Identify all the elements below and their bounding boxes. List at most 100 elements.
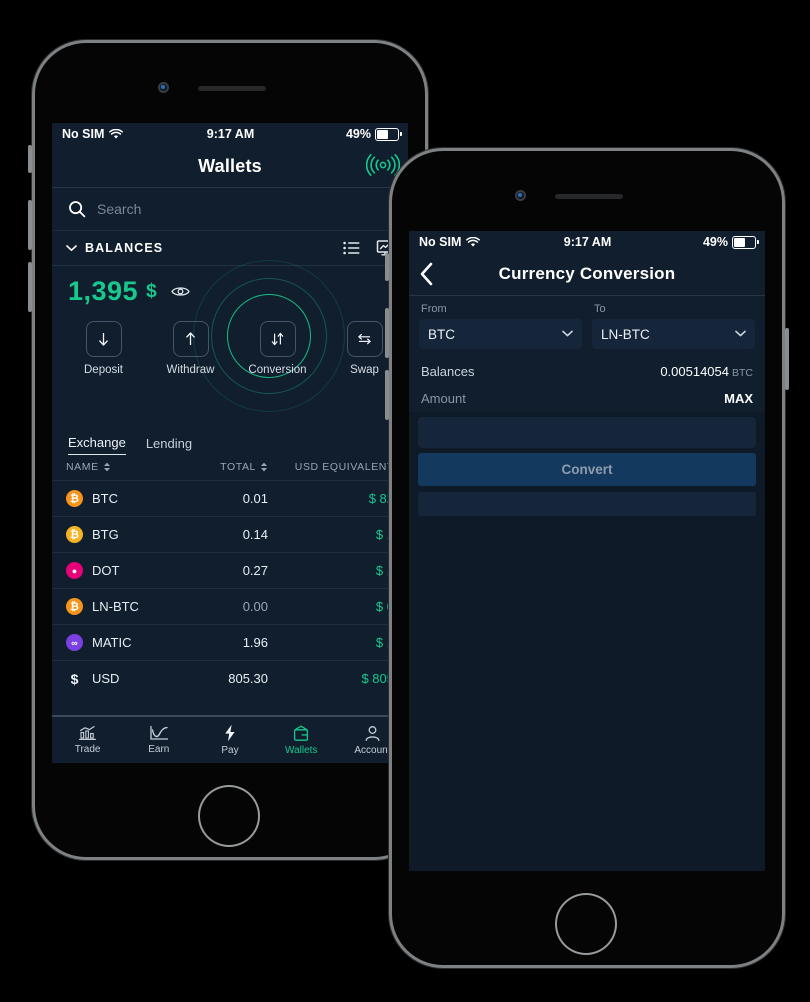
volume-up-button[interactable] <box>28 200 32 250</box>
volume-down-button[interactable] <box>28 262 32 312</box>
status-bar: No SIM 9:17 AM 49% <box>409 231 765 253</box>
deposit-action[interactable]: Deposit <box>60 321 147 376</box>
tab-exchange[interactable]: Exchange <box>68 435 126 455</box>
tab-lending[interactable]: Lending <box>146 436 192 455</box>
coin-icon: ∞ <box>66 634 83 651</box>
table-row[interactable]: ● DOT 0.27 $ 1 <box>52 552 408 588</box>
chevron-down-icon <box>735 328 746 340</box>
volume-up-button[interactable] <box>385 308 389 358</box>
coin-icon: ₿ <box>66 490 83 507</box>
from-currency-select[interactable]: BTC <box>419 319 582 349</box>
tab-trade[interactable]: Trade <box>52 717 123 763</box>
from-label: From <box>421 303 447 315</box>
balances-row-value: 0.00514054 BTC <box>660 364 753 379</box>
column-total-label: TOTAL <box>220 461 256 473</box>
battery-icon <box>732 235 759 249</box>
left-phone-screen: No SIM 9:17 AM 49% Wallets Search BALANC… <box>52 123 408 763</box>
assets-table-body: ₿ BTC 0.01 $ 82 ₿ BTG 0.14 $ 1 ● DOT 0.2… <box>52 480 408 696</box>
tab-account-label: Account <box>354 744 391 756</box>
chevron-down-icon <box>562 328 573 340</box>
mute-switch[interactable] <box>385 253 389 281</box>
asset-symbol: BTG <box>92 527 119 542</box>
person-icon <box>365 725 380 741</box>
eye-icon[interactable] <box>170 285 190 298</box>
column-total[interactable]: TOTAL <box>184 461 268 473</box>
volume-down-button[interactable] <box>385 370 389 420</box>
home-button[interactable] <box>198 785 260 847</box>
battery-percent: 49% <box>345 127 371 141</box>
arrow-down-icon <box>85 321 122 357</box>
search-icon <box>69 201 86 218</box>
to-currency-select[interactable]: LN-BTC <box>592 319 755 349</box>
balance-area: 1,395 $ Deposit Withdraw Conversion Swap <box>52 260 408 424</box>
bar-chart-icon <box>79 726 97 740</box>
to-label: To <box>594 303 606 315</box>
asset-total: 0.14 <box>242 527 268 542</box>
deposit-label: Deposit <box>84 364 123 376</box>
amount-input[interactable] <box>418 417 756 448</box>
table-row[interactable]: ∞ MATIC 1.96 $ 1 <box>52 624 408 660</box>
earpiece-speaker <box>198 86 266 91</box>
conversion-label: Conversion <box>248 364 307 376</box>
conversion-navbar: Currency Conversion <box>409 253 765 296</box>
tab-pay-label: Pay <box>221 745 239 756</box>
swap-label: Swap <box>350 364 379 376</box>
search-input-placeholder: Search <box>97 201 142 217</box>
search-bar[interactable]: Search <box>52 188 408 231</box>
asset-usd: $ 805 <box>361 671 394 686</box>
tab-pay[interactable]: Pay <box>194 717 265 763</box>
asset-symbol: USD <box>92 671 120 686</box>
battery-icon <box>375 127 402 141</box>
asset-usd: $ 1 <box>375 563 394 578</box>
table-row[interactable]: ₿ LN-BTC 0.00 $ 0 <box>52 588 408 624</box>
asset-symbol: MATIC <box>92 635 132 650</box>
max-button[interactable]: MAX <box>724 391 753 406</box>
carrier-label: No SIM <box>419 235 462 249</box>
asset-usd: $ 82 <box>368 491 394 506</box>
asset-total: 0.01 <box>242 491 268 506</box>
status-time: 9:17 AM <box>206 127 255 141</box>
tab-wallets[interactable]: Wallets <box>266 717 337 763</box>
table-row[interactable]: ₿ BTC 0.01 $ 82 <box>52 480 408 516</box>
right-phone-screen: No SIM 9:17 AM 49% Currency Conversion F… <box>409 231 765 871</box>
balances-section-header[interactable]: BALANCES <box>52 231 408 266</box>
balances-unit: BTC <box>732 367 753 379</box>
sort-arrows-icon <box>261 462 267 472</box>
tab-trade-label: Trade <box>74 744 101 755</box>
convert-icon <box>259 321 296 357</box>
amount-row: Amount MAX <box>409 385 765 412</box>
tab-earn[interactable]: Earn <box>123 717 194 763</box>
power-button[interactable] <box>785 328 789 390</box>
tab-earn-label: Earn <box>148 744 170 755</box>
line-chart-icon <box>150 725 168 740</box>
coin-icon: ● <box>66 562 83 579</box>
sort-arrows-icon <box>103 462 110 472</box>
wifi-icon <box>109 128 124 139</box>
status-bar: No SIM 9:17 AM 49% <box>52 123 408 145</box>
broadcast-icon[interactable] <box>366 154 400 176</box>
wallets-navbar: Wallets <box>52 145 408 188</box>
asset-symbol: LN-BTC <box>92 599 139 614</box>
asset-symbol: BTC <box>92 491 118 506</box>
mute-switch[interactable] <box>28 145 32 173</box>
conversion-action[interactable]: Conversion <box>234 321 321 376</box>
home-button[interactable] <box>555 893 617 955</box>
column-name[interactable]: NAME <box>66 461 184 473</box>
list-view-icon[interactable] <box>343 241 360 255</box>
table-row[interactable]: ₿ BTG 0.14 $ 1 <box>52 516 408 552</box>
exchange-lending-tabs: Exchange Lending <box>52 424 408 455</box>
battery-percent: 49% <box>702 235 728 249</box>
convert-button[interactable]: Convert <box>418 453 756 486</box>
asset-symbol: DOT <box>92 563 120 578</box>
carrier-label: No SIM <box>62 127 105 141</box>
coin-icon: ₿ <box>66 526 83 543</box>
column-usd-equivalent[interactable]: USD EQUIVALENT <box>268 461 394 473</box>
earpiece-speaker <box>555 194 623 199</box>
table-row[interactable]: $ USD 805.30 $ 805 <box>52 660 408 696</box>
from-currency-value: BTC <box>428 326 455 342</box>
asset-total: 0.00 <box>242 599 268 614</box>
back-chevron-icon[interactable] <box>419 262 434 286</box>
asset-total: 805.30 <box>228 671 268 686</box>
asset-usd: $ 1 <box>375 527 394 542</box>
page-title: Currency Conversion <box>498 264 676 283</box>
